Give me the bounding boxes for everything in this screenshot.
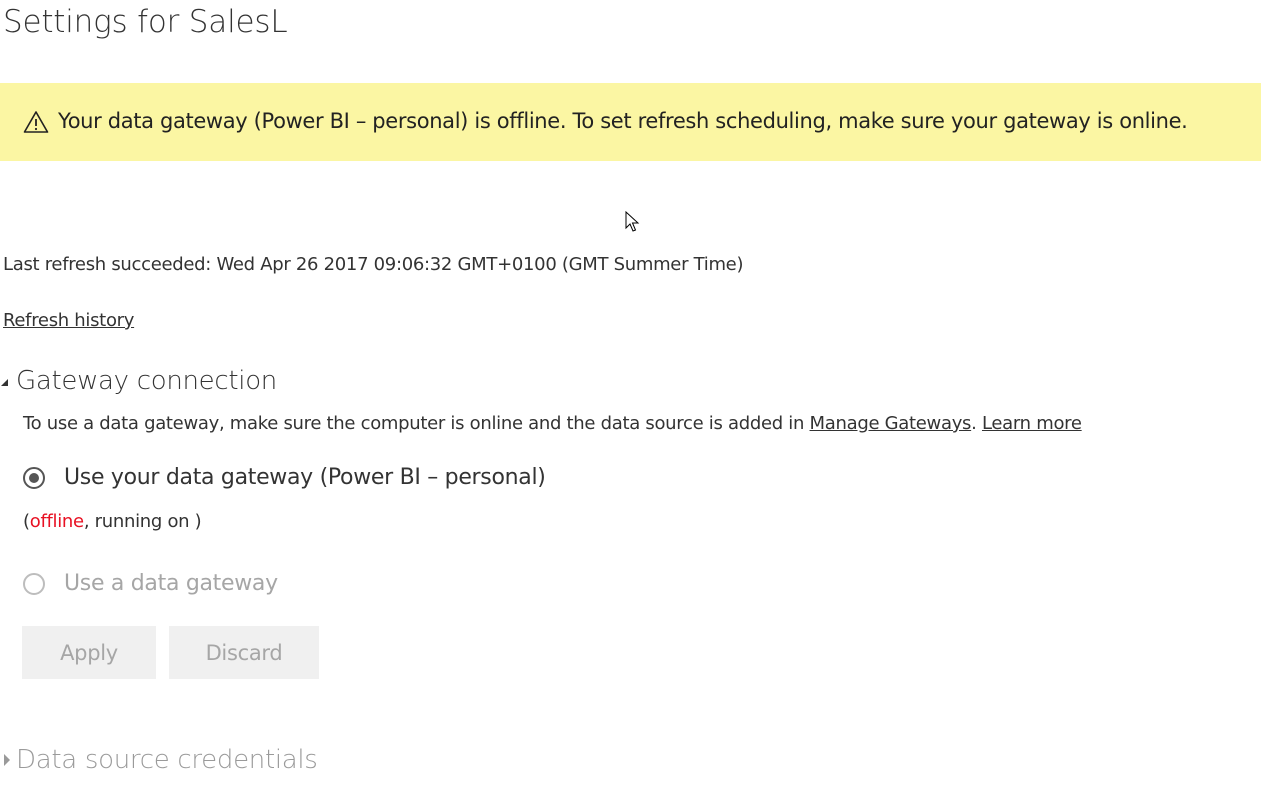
personal-gateway-radio[interactable] [23,466,45,489]
gateway-status: (offline, running on ) [23,511,202,532]
page-title: Settings for SalesL [3,4,288,40]
gateway-connection-title: Gateway connection [16,366,277,396]
discard-button[interactable]: Discard [169,626,319,679]
gateway-offline-warning-banner: Your data gateway (Power BI – personal) … [0,83,1261,161]
collapsed-triangle-icon [4,754,10,766]
running-on-text: , running on ) [83,511,202,532]
gateway-connection-header[interactable]: Gateway connection [0,366,277,396]
manage-gateways-link[interactable]: Manage Gateways [810,413,972,434]
data-source-credentials-title: Data source credentials [16,745,318,775]
expanded-triangle-icon [1,379,8,386]
gateway-description-text: To use a data gateway, make sure the com… [23,413,810,434]
offline-status-text: offline [29,511,84,532]
warning-text: Your data gateway (Power BI – personal) … [58,109,1188,133]
apply-button[interactable]: Apply [22,626,156,679]
mouse-cursor-icon [625,211,640,232]
last-refresh-status: Last refresh succeeded: Wed Apr 26 2017 … [3,254,744,275]
gateway-description: To use a data gateway, make sure the com… [23,413,1082,434]
data-source-credentials-header[interactable]: Data source credentials [0,745,318,775]
learn-more-link[interactable]: Learn more [982,413,1082,434]
personal-gateway-label: Use your data gateway (Power BI – person… [64,465,546,490]
status-open-paren: ( [23,511,30,532]
personal-gateway-option[interactable]: Use your data gateway (Power BI – person… [23,465,546,490]
gateway-description-separator: . [971,413,982,434]
data-gateway-option[interactable]: Use a data gateway [23,571,278,596]
warning-icon [23,111,49,133]
data-gateway-radio[interactable] [23,572,45,595]
data-gateway-label: Use a data gateway [64,571,278,596]
refresh-history-link[interactable]: Refresh history [3,310,134,331]
settings-page: Settings for SalesL Your data gateway (P… [0,0,1280,787]
